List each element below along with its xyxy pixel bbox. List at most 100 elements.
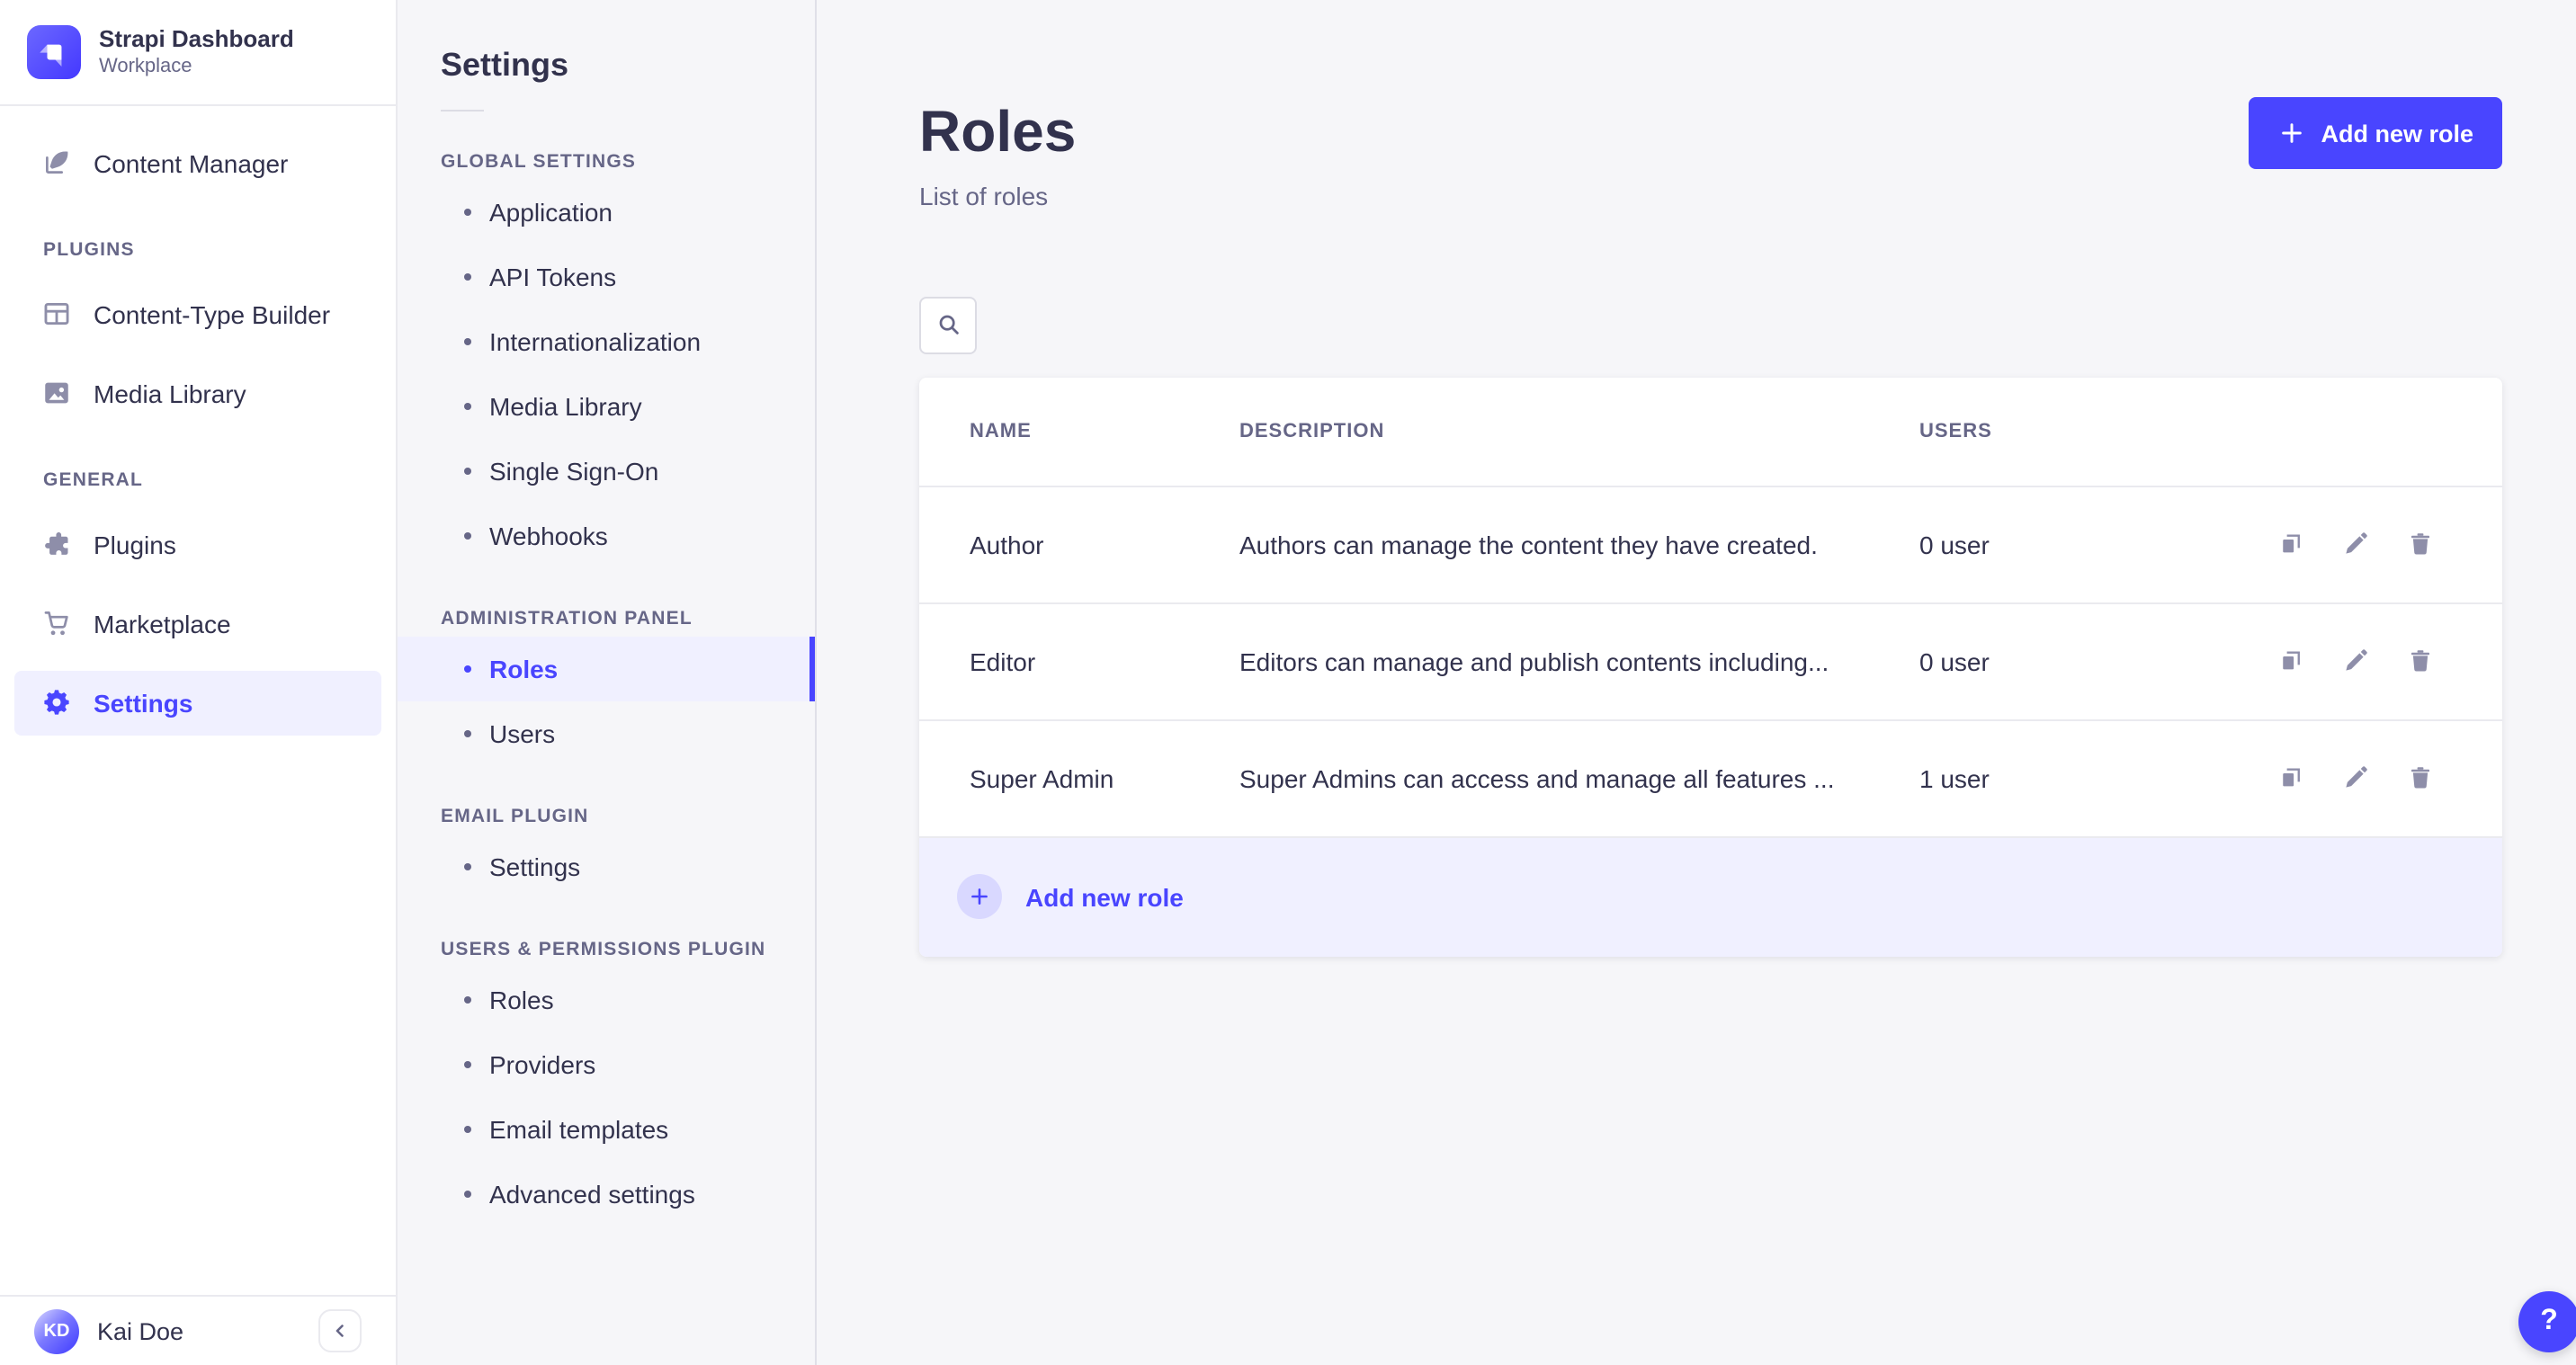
sidebar-item-media-library[interactable]: Media Library [14, 361, 381, 425]
role-users-count: 1 user [1919, 763, 1990, 793]
row-actions [2225, 531, 2452, 558]
table-row-super-admin[interactable]: Super Admin Super Admins can access and … [919, 718, 2502, 836]
main-sidebar: Strapi Dashboard Workplace Content Manag… [0, 0, 398, 1365]
subnav-item-roles-up[interactable]: Roles [398, 968, 815, 1032]
pencil-icon [2346, 649, 2367, 672]
subnav-section-title: GLOBAL SETTINGS [441, 151, 637, 173]
subnav-item-single-sign-on[interactable]: Single Sign-On [398, 439, 815, 504]
copy-icon [2283, 769, 2300, 787]
sidebar-item-label: Media Library [94, 379, 246, 408]
delete-role-button[interactable] [2407, 648, 2434, 675]
avatar[interactable]: KD [34, 1308, 79, 1353]
table-row-editor[interactable]: Editor Editors can manage and publish co… [919, 602, 2502, 719]
nav-section-plugins: PLUGINS [43, 238, 135, 261]
subnav-item-email-settings[interactable]: Settings [398, 834, 815, 899]
image-icon [41, 378, 72, 408]
subnav-item-label: Single Sign-On [489, 457, 659, 486]
brand-block: Strapi Dashboard Workplace [0, 0, 396, 106]
help-button[interactable]: ? [2518, 1291, 2576, 1352]
app-title: Strapi Dashboard [99, 25, 294, 52]
bullet-icon [464, 532, 471, 540]
duplicate-role-button[interactable] [2277, 765, 2304, 792]
subnav-item-media-library[interactable]: Media Library [398, 374, 815, 439]
subnav-section-title: ADMINISTRATION PANEL [441, 608, 693, 629]
duplicate-role-button[interactable] [2277, 531, 2304, 558]
bullet-icon [464, 863, 471, 870]
plus-icon [2277, 119, 2306, 147]
collapse-sidebar-button[interactable] [318, 1309, 362, 1352]
subnav-divider [441, 110, 484, 112]
subnav-item-webhooks[interactable]: Webhooks [398, 504, 815, 568]
user-name: Kai Doe [97, 1317, 184, 1344]
subnav-item-label: Application [489, 198, 613, 227]
subnav-item-application[interactable]: Application [398, 180, 815, 245]
role-users-count: 0 user [1919, 647, 1990, 676]
trash-icon [2411, 767, 2429, 790]
table-footer-add-role[interactable]: Add new role [919, 835, 2502, 957]
main-nav-list: Content Manager PLUGINS Content-Type Bui… [0, 105, 396, 1295]
search-button[interactable] [919, 296, 977, 354]
page-header-text: Roles List of roles [919, 99, 1076, 210]
subnav-section-email-plugin: EMAIL PLUGIN Settings [398, 806, 815, 899]
footer-add-role-label: Add new role [1025, 882, 1184, 912]
subnav-item-api-tokens[interactable]: API Tokens [398, 245, 815, 309]
bullet-icon [464, 468, 471, 475]
bullet-icon [464, 273, 471, 281]
subnav-section-title: USERS & PERMISSIONS PLUGIN [441, 939, 766, 960]
duplicate-role-button[interactable] [2277, 648, 2304, 675]
copy-icon [2283, 652, 2300, 670]
subnav-item-label: API Tokens [489, 263, 617, 291]
delete-role-button[interactable] [2407, 531, 2434, 558]
delete-role-button[interactable] [2407, 765, 2434, 792]
subnav-title: Settings [441, 47, 569, 83]
bullet-icon [464, 1061, 471, 1068]
bullet-icon [464, 403, 471, 410]
trash-icon [2411, 533, 2429, 556]
subnav-item-users[interactable]: Users [398, 701, 815, 766]
sidebar-item-plugins[interactable]: Plugins [14, 512, 381, 576]
edit-role-button[interactable] [2342, 531, 2369, 558]
subnav-item-label: Providers [489, 1050, 596, 1079]
column-header-users: USERS [1919, 420, 1992, 442]
subnav-item-label: Settings [489, 852, 581, 881]
subnav-item-advanced-settings[interactable]: Advanced settings [398, 1162, 815, 1227]
bullet-icon [464, 996, 471, 1004]
sidebar-item-label: Content Manager [94, 148, 289, 178]
sidebar-item-settings[interactable]: Settings [14, 670, 381, 736]
bullet-icon [464, 665, 471, 673]
page-subtitle: List of roles [919, 181, 1049, 210]
subnav-item-roles-admin[interactable]: Roles [398, 637, 815, 701]
edit-role-button[interactable] [2342, 648, 2369, 675]
subnav-item-internationalization[interactable]: Internationalization [398, 309, 815, 374]
subnav-item-email-templates[interactable]: Email templates [398, 1097, 815, 1162]
subnav-section-title: EMAIL PLUGIN [441, 806, 589, 827]
role-description: Editors can manage and publish contents … [1239, 647, 1829, 676]
add-new-role-label: Add new role [2321, 120, 2473, 147]
role-description: Authors can manage the content they have… [1239, 530, 1818, 559]
edit-role-button[interactable] [2342, 765, 2369, 792]
page-header: Roles List of roles Add new role [919, 97, 2502, 210]
bullet-icon [464, 730, 471, 737]
subnav-item-label: Advanced settings [489, 1180, 695, 1209]
settings-subnav: Settings GLOBAL SETTINGS Application API… [398, 0, 817, 1365]
bullet-icon [464, 209, 471, 216]
subnav-item-label: Internationalization [489, 327, 702, 356]
bullet-icon [464, 1191, 471, 1198]
role-name: Super Admin [970, 763, 1114, 793]
puzzle-icon [41, 529, 72, 559]
add-new-role-button[interactable]: Add new role [2249, 97, 2502, 169]
sidebar-item-content-type-builder[interactable]: Content-Type Builder [14, 281, 381, 346]
strapi-logo-icon [27, 25, 81, 80]
sidebar-item-label: Settings [94, 688, 193, 718]
sidebar-footer: KD Kai Doe [0, 1295, 396, 1365]
role-name: Editor [970, 647, 1036, 676]
app-window: Strapi Dashboard Workplace Content Manag… [0, 0, 2576, 1365]
sidebar-item-marketplace[interactable]: Marketplace [14, 591, 381, 656]
page-title: Roles [919, 99, 1077, 164]
subnav-section-administration-panel: ADMINISTRATION PANEL Roles Users [398, 608, 815, 766]
roles-table: NAME DESCRIPTION USERS Author Authors ca… [919, 377, 2502, 957]
sidebar-item-label: Plugins [94, 530, 176, 559]
subnav-item-providers[interactable]: Providers [398, 1032, 815, 1097]
sidebar-item-content-manager[interactable]: Content Manager [14, 130, 381, 195]
table-row-author[interactable]: Author Authors can manage the content th… [919, 485, 2502, 602]
